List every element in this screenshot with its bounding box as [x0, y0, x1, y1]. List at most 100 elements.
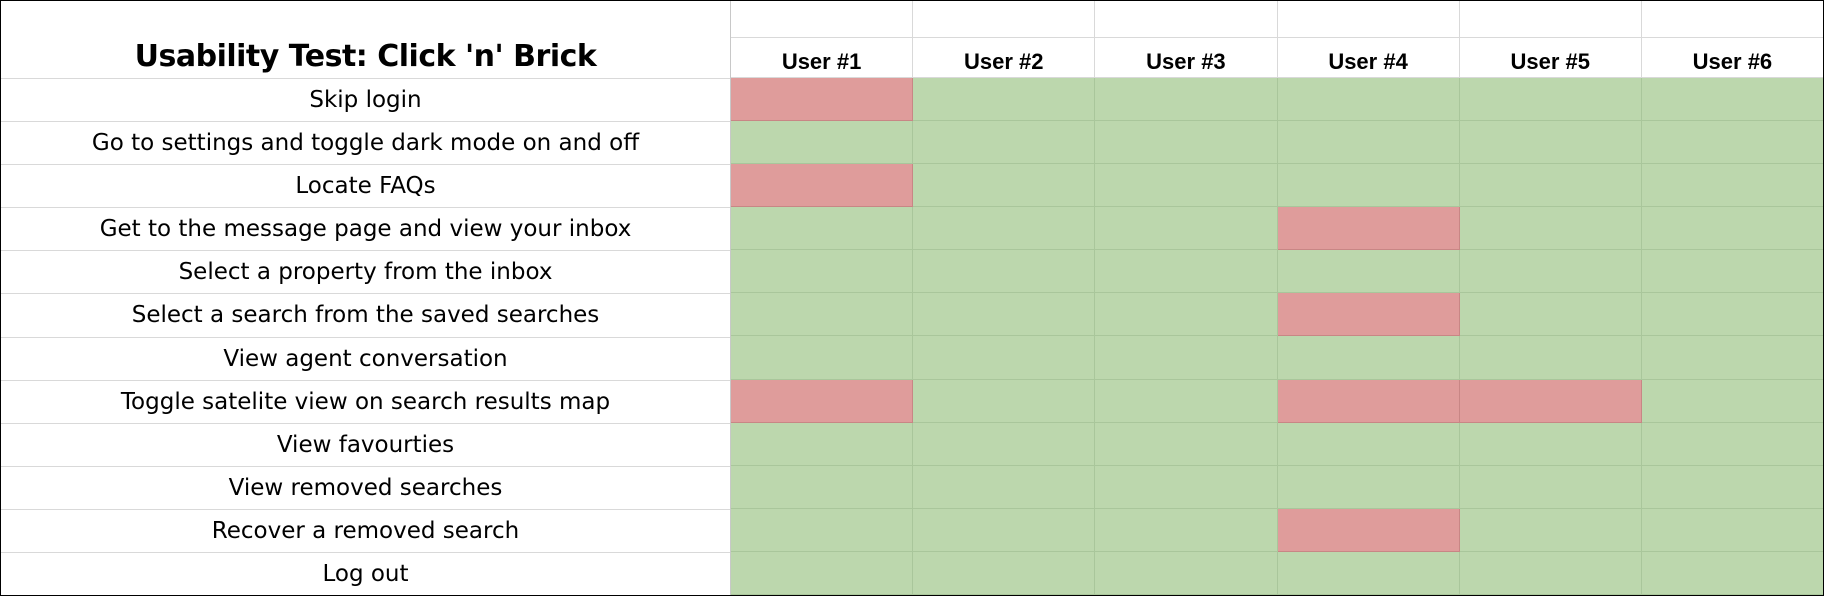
- result-cell-pass[interactable]: [1641, 250, 1823, 294]
- task-column: Usability Test: Click 'n' Brick Skip log…: [1, 1, 730, 595]
- header-spacer-cell[interactable]: [731, 1, 914, 38]
- result-cell-pass[interactable]: [1095, 164, 1278, 208]
- results-grid: User #1 User #2 User #3 User #4 User #5 User …: [730, 1, 1823, 595]
- result-cell-pass[interactable]: [1095, 121, 1278, 165]
- result-cell-pass[interactable]: [1095, 78, 1278, 122]
- result-cell-pass[interactable]: [1459, 293, 1642, 337]
- task-label[interactable]: Select a property from the inbox: [1, 250, 730, 293]
- user-column-header[interactable]: User #6: [1641, 38, 1823, 78]
- result-cell-pass[interactable]: [1459, 551, 1642, 595]
- result-cell-pass[interactable]: [1277, 551, 1460, 595]
- result-cell-pass[interactable]: [913, 78, 1096, 122]
- task-label[interactable]: Toggle satelite view on search results m…: [1, 379, 730, 423]
- result-cell-pass[interactable]: [731, 250, 914, 294]
- result-cell-fail[interactable]: [1459, 379, 1642, 423]
- result-cell-pass[interactable]: [1277, 250, 1460, 294]
- result-cell-pass[interactable]: [1277, 336, 1460, 380]
- result-cell-pass[interactable]: [1095, 465, 1278, 509]
- result-cell-pass[interactable]: [1459, 164, 1642, 208]
- result-cell-pass[interactable]: [1095, 379, 1278, 423]
- result-cell-pass[interactable]: [1277, 422, 1460, 466]
- user-column-header[interactable]: User #3: [1095, 38, 1278, 78]
- result-cell-fail[interactable]: [1277, 379, 1460, 423]
- result-cell-pass[interactable]: [1459, 508, 1642, 552]
- result-cell-pass[interactable]: [731, 465, 914, 509]
- result-cell-pass[interactable]: [1641, 207, 1823, 251]
- header-spacer-cell[interactable]: [1095, 1, 1278, 38]
- task-label[interactable]: Recover a removed search: [1, 508, 730, 552]
- header-spacer-cell[interactable]: [1459, 1, 1642, 38]
- header-spacer-cell[interactable]: [913, 1, 1096, 38]
- result-cell-pass[interactable]: [1459, 250, 1642, 294]
- result-cell-fail[interactable]: [1277, 293, 1460, 337]
- result-cell-pass[interactable]: [913, 336, 1096, 380]
- result-cell-pass[interactable]: [1641, 293, 1823, 337]
- result-cell-pass[interactable]: [913, 164, 1096, 208]
- result-cell-pass[interactable]: [913, 379, 1096, 423]
- result-cell-fail[interactable]: [731, 164, 914, 208]
- header-spacer-cell[interactable]: [1641, 1, 1823, 38]
- result-cell-pass[interactable]: [1095, 422, 1278, 466]
- user-column-header[interactable]: User #5: [1459, 38, 1642, 78]
- result-cell-pass[interactable]: [913, 551, 1096, 595]
- result-cell-pass[interactable]: [731, 508, 914, 552]
- result-cell-pass[interactable]: [1641, 379, 1823, 423]
- user-column-header[interactable]: User #4: [1277, 38, 1460, 78]
- user-column-header[interactable]: User #2: [913, 38, 1096, 78]
- result-cell-pass[interactable]: [1641, 508, 1823, 552]
- result-cell-pass[interactable]: [1641, 336, 1823, 380]
- result-cell-fail[interactable]: [1277, 207, 1460, 251]
- result-cell-pass[interactable]: [1459, 78, 1642, 122]
- result-cell-pass[interactable]: [731, 207, 914, 251]
- task-label[interactable]: Locate FAQs: [1, 164, 730, 207]
- result-cell-fail[interactable]: [1277, 508, 1460, 552]
- task-label[interactable]: View favourties: [1, 422, 730, 466]
- result-cell-pass[interactable]: [1459, 121, 1642, 165]
- result-cell-pass[interactable]: [1641, 78, 1823, 122]
- result-cell-pass[interactable]: [1277, 121, 1460, 165]
- task-label[interactable]: Log out: [1, 551, 730, 595]
- result-cell-pass[interactable]: [913, 121, 1096, 165]
- result-cell-pass[interactable]: [913, 250, 1096, 294]
- result-cell-pass[interactable]: [913, 465, 1096, 509]
- sheet-title[interactable]: Usability Test: Click 'n' Brick: [1, 37, 730, 75]
- result-cell-pass[interactable]: [731, 293, 914, 337]
- usability-spreadsheet: Usability Test: Click 'n' Brick Skip log…: [0, 0, 1824, 596]
- header-spacer-cell[interactable]: [1277, 1, 1460, 38]
- result-cell-pass[interactable]: [731, 121, 914, 165]
- result-cell-pass[interactable]: [731, 336, 914, 380]
- result-cell-fail[interactable]: [731, 78, 914, 122]
- result-cell-pass[interactable]: [1459, 207, 1642, 251]
- result-cell-pass[interactable]: [1459, 465, 1642, 509]
- result-cell-pass[interactable]: [1641, 121, 1823, 165]
- result-cell-pass[interactable]: [1641, 465, 1823, 509]
- result-cell-pass[interactable]: [1641, 551, 1823, 595]
- task-label[interactable]: Go to settings and toggle dark mode on a…: [1, 121, 730, 164]
- result-cell-pass[interactable]: [1641, 164, 1823, 208]
- result-cell-fail[interactable]: [731, 379, 914, 423]
- result-cell-pass[interactable]: [1095, 250, 1278, 294]
- result-cell-pass[interactable]: [1095, 207, 1278, 251]
- result-cell-pass[interactable]: [731, 551, 914, 595]
- result-cell-pass[interactable]: [731, 422, 914, 466]
- result-cell-pass[interactable]: [913, 422, 1096, 466]
- result-cell-pass[interactable]: [1095, 293, 1278, 337]
- task-label[interactable]: View removed searches: [1, 465, 730, 509]
- result-cell-pass[interactable]: [1277, 164, 1460, 208]
- result-cell-pass[interactable]: [1459, 336, 1642, 380]
- result-cell-pass[interactable]: [913, 207, 1096, 251]
- task-label[interactable]: View agent conversation: [1, 336, 730, 380]
- result-cell-pass[interactable]: [1095, 336, 1278, 380]
- task-label[interactable]: Get to the message page and view your in…: [1, 207, 730, 250]
- result-cell-pass[interactable]: [1277, 78, 1460, 122]
- result-cell-pass[interactable]: [1095, 508, 1278, 552]
- result-cell-pass[interactable]: [1277, 465, 1460, 509]
- result-cell-pass[interactable]: [913, 508, 1096, 552]
- result-cell-pass[interactable]: [913, 293, 1096, 337]
- task-label[interactable]: Skip login: [1, 78, 730, 121]
- result-cell-pass[interactable]: [1095, 551, 1278, 595]
- task-label[interactable]: Select a search from the saved searches: [1, 293, 730, 336]
- result-cell-pass[interactable]: [1641, 422, 1823, 466]
- user-column-header[interactable]: User #1: [731, 38, 914, 78]
- result-cell-pass[interactable]: [1459, 422, 1642, 466]
